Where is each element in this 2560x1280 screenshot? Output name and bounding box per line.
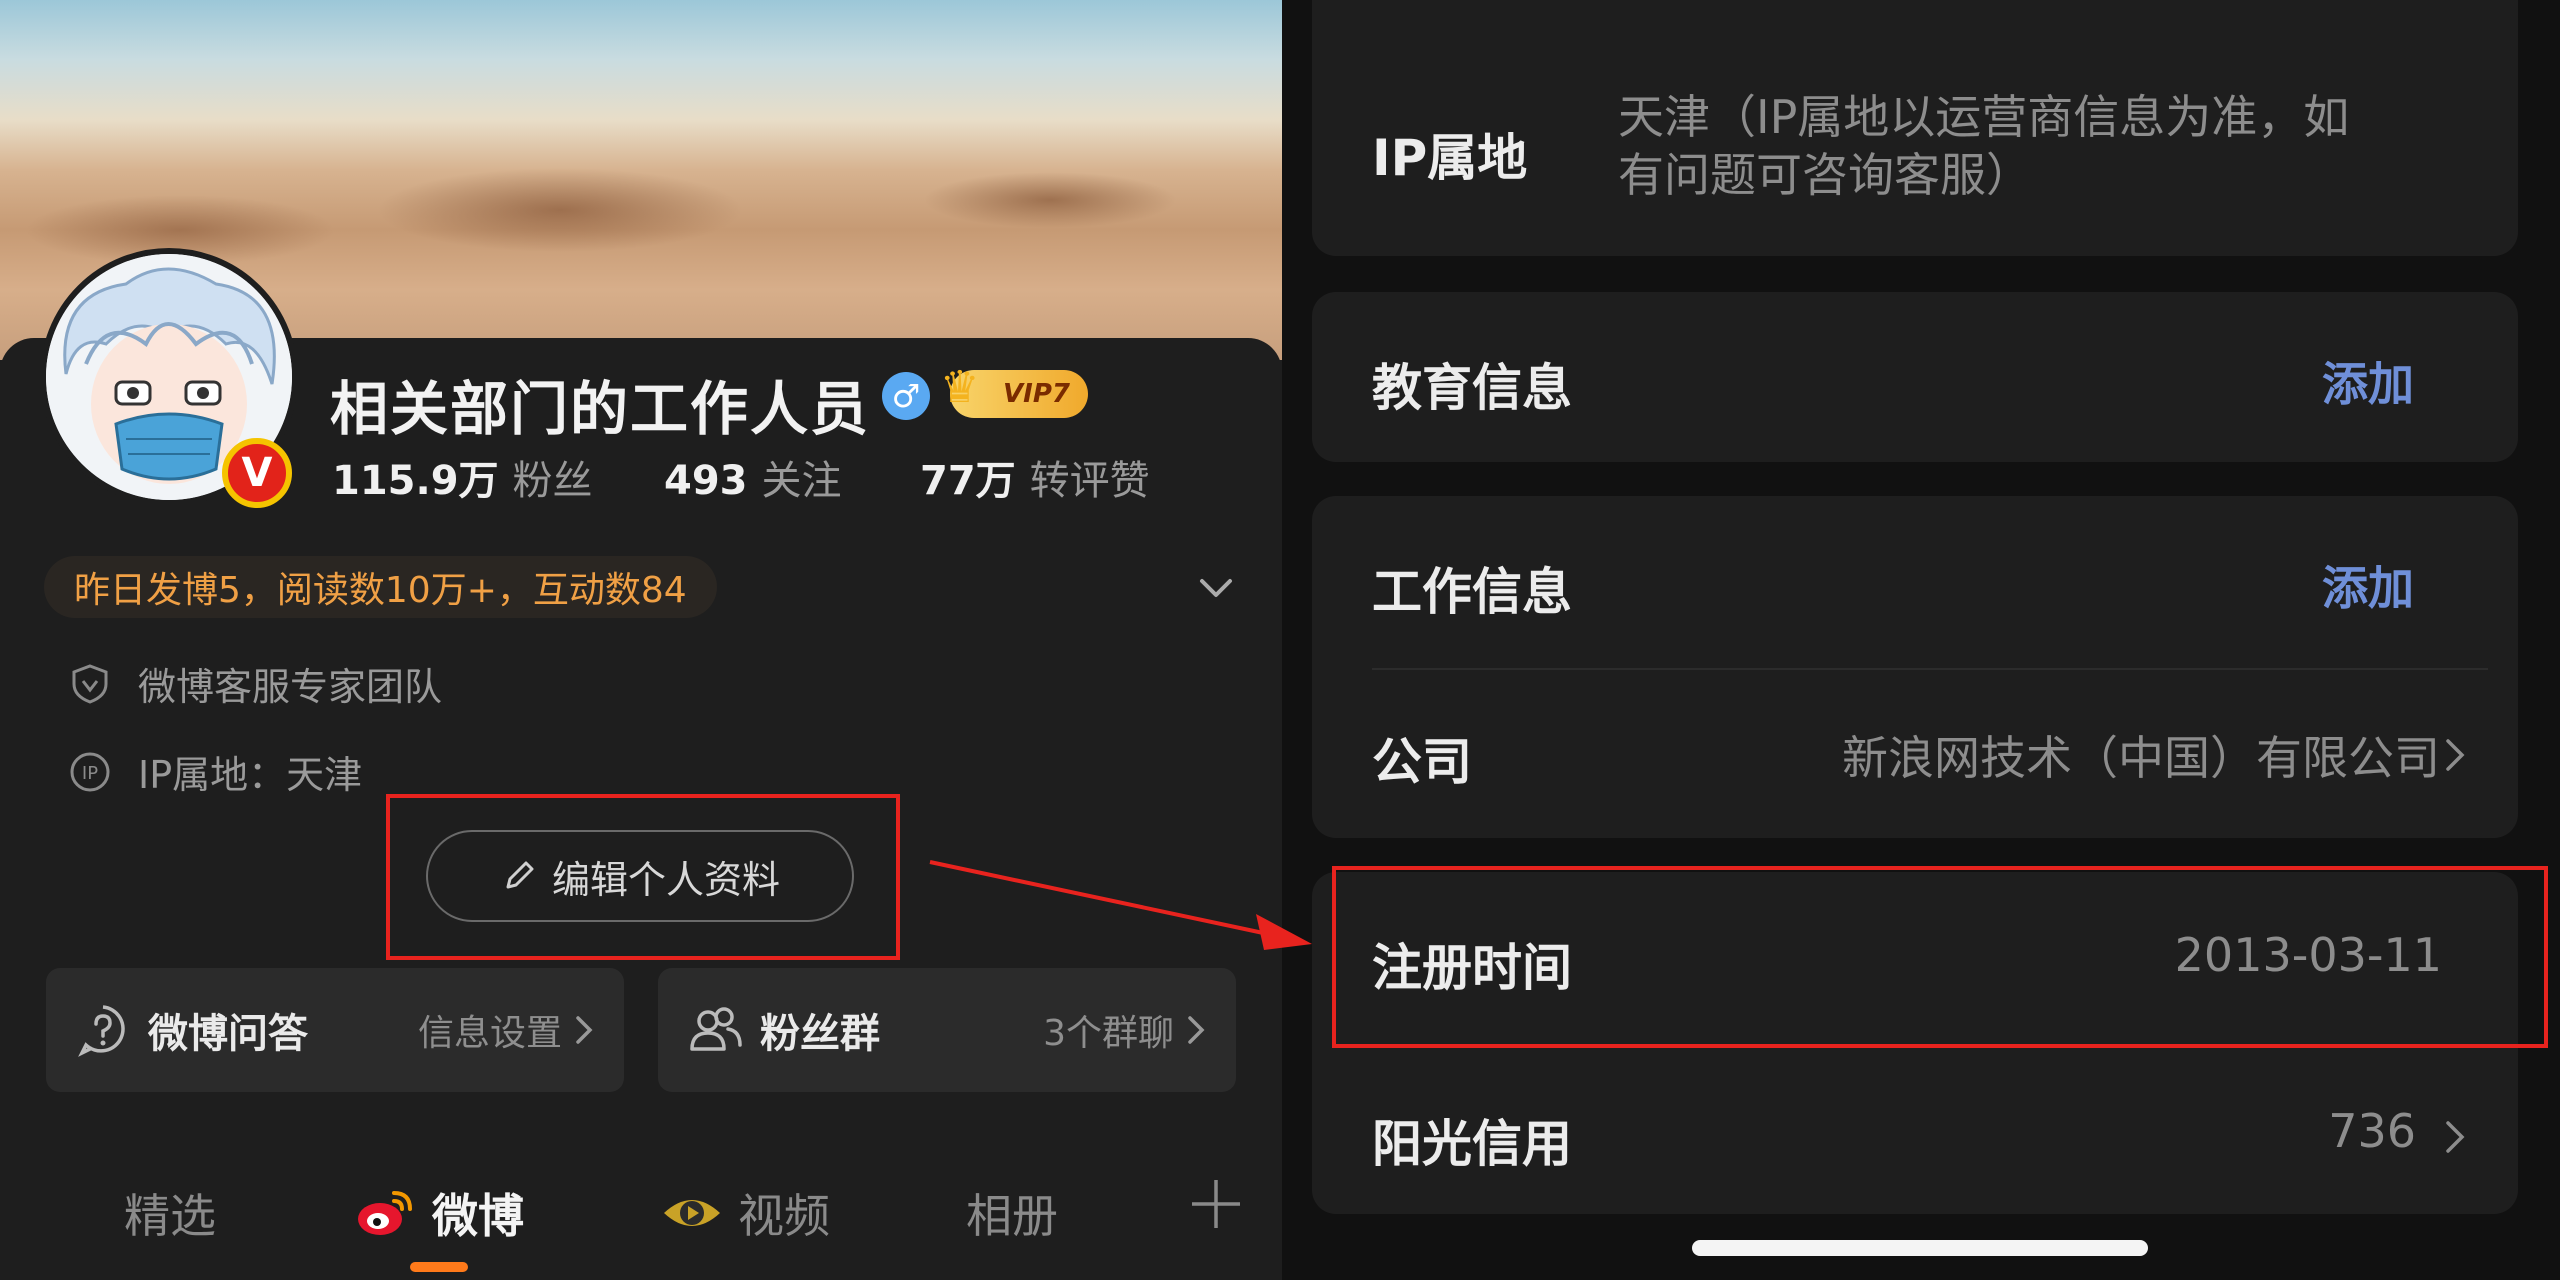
stat-fans[interactable]: 115.9万 粉丝 xyxy=(332,448,593,506)
profile-tabs: 精选 微博 视频 相册 xyxy=(0,1170,1282,1280)
question-icon xyxy=(78,1005,125,1057)
weibo-logo-icon xyxy=(358,1191,412,1235)
tab-weibo-label: 微博 xyxy=(432,1189,524,1243)
group-icon xyxy=(690,1007,742,1051)
credit-label: 阳光信用 xyxy=(1372,1115,1572,1173)
stat-interactions-label: 转评赞 xyxy=(1029,458,1150,504)
company-label: 公司 xyxy=(1372,733,1472,791)
team-row: 微博客服专家团队 xyxy=(68,656,442,711)
weibo-qa-card[interactable]: 微博问答 信息设置 xyxy=(46,968,624,1092)
stat-fans-label: 粉丝 xyxy=(512,458,593,504)
ip-row: IP IP属地：天津 xyxy=(68,744,362,799)
crown-icon: ♛ xyxy=(940,362,980,413)
video-icon xyxy=(664,1200,720,1226)
weibo-qa-sub: 信息设置 xyxy=(417,1013,562,1054)
yesterday-summary[interactable]: 昨日发博5，阅读数10万+，互动数84 xyxy=(44,556,717,618)
divider xyxy=(1372,668,2488,670)
home-indicator[interactable] xyxy=(1692,1240,2148,1256)
credit-value[interactable]: 736 xyxy=(2328,1104,2416,1158)
tab-featured[interactable]: 精选 xyxy=(124,1180,216,1246)
tab-video[interactable]: 视频 xyxy=(660,1180,830,1246)
tab-featured-label: 精选 xyxy=(124,1189,216,1243)
chevron-right-icon xyxy=(576,1016,593,1044)
education-add-button[interactable]: 添加 xyxy=(2322,348,2414,414)
chevron-right-icon xyxy=(1188,1016,1205,1044)
ip-icon: IP xyxy=(70,752,110,791)
register-time-highlight-box xyxy=(1332,866,2548,1048)
chevron-right-icon[interactable] xyxy=(2442,735,2468,775)
plus-icon[interactable] xyxy=(1188,1176,1244,1232)
verified-badge: V xyxy=(222,438,292,508)
company-value[interactable]: 新浪网技术（中国）有限公司 xyxy=(1842,722,2440,788)
ip-value: 天津（IP属地以运营商信息为准，如 有问题可咨询客服） xyxy=(1618,88,2418,204)
gender-male-icon: ♂ xyxy=(882,372,930,420)
tab-video-label: 视频 xyxy=(738,1189,830,1243)
nickname: 相关部门的工作人员 xyxy=(330,375,871,443)
stat-following[interactable]: 493 关注 xyxy=(664,448,842,506)
work-label: 工作信息 xyxy=(1372,563,1572,621)
ip-text: IP属地：天津 xyxy=(138,753,363,797)
team-text: 微博客服专家团队 xyxy=(138,665,443,709)
chevron-down-icon[interactable] xyxy=(1196,568,1236,608)
shield-icon xyxy=(72,663,108,704)
fan-group-sub: 3个群聊 xyxy=(1043,1013,1174,1054)
active-tab-indicator xyxy=(410,1262,468,1272)
stat-interactions-value: 77万 xyxy=(920,458,1016,504)
tab-album[interactable]: 相册 xyxy=(966,1180,1058,1246)
tab-album-label: 相册 xyxy=(966,1189,1058,1243)
edit-button-highlight-box xyxy=(386,794,900,960)
fan-group-title: 粉丝群 xyxy=(760,1011,880,1057)
ip-label: IP属地 xyxy=(1372,129,1528,187)
chevron-right-icon[interactable] xyxy=(2442,1117,2468,1157)
annotation-arrow xyxy=(929,860,1312,950)
weibo-qa-title: 微博问答 xyxy=(148,1011,308,1057)
stat-following-label: 关注 xyxy=(761,458,842,504)
svg-text:IP: IP xyxy=(82,763,98,784)
profile-screen: V 相关部门的工作人员 ♂ VIP7 ♛ 115.9万 粉丝 493 关注 77万转… xyxy=(0,0,1282,1280)
fan-group-card[interactable]: 粉丝群 3个群聊 xyxy=(658,968,1236,1092)
stat-fans-value: 115.9万 xyxy=(332,458,499,504)
tab-weibo[interactable]: 微博 xyxy=(354,1180,524,1246)
ip-value-line2: 有问题可咨询客服） xyxy=(1618,148,2032,202)
work-add-button[interactable]: 添加 xyxy=(2322,552,2414,618)
stat-following-value: 493 xyxy=(664,458,748,504)
ip-value-line1: 天津（IP属地以运营商信息为准，如 xyxy=(1618,90,2350,144)
education-label: 教育信息 xyxy=(1372,359,1572,417)
stat-interactions[interactable]: 77万 转评赞 xyxy=(920,448,1150,506)
